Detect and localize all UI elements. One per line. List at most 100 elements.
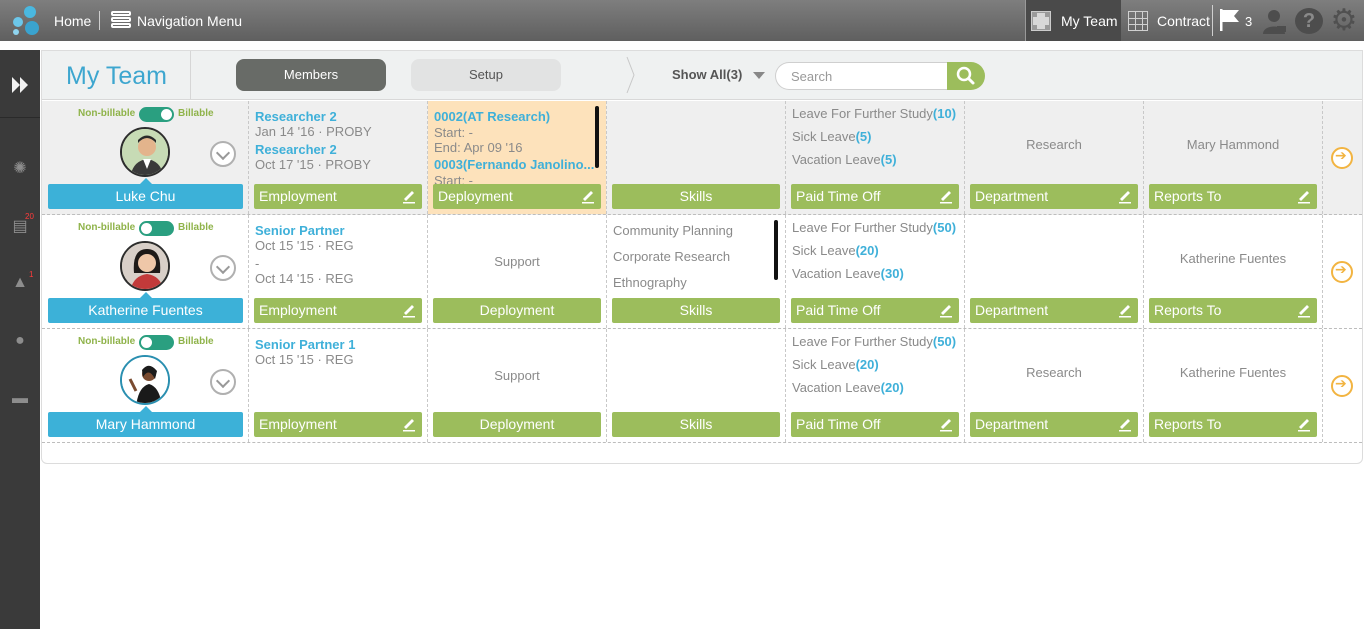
employment-button[interactable]: Employment [254,184,422,209]
position-detail: Oct 17 '15 · PROBY [255,157,371,172]
user-profile-icon[interactable] [1262,8,1288,34]
contract-link[interactable]: Contract [1157,13,1210,29]
skills-button[interactable]: Skills [612,298,780,323]
skill-item: Ethnography [613,275,687,290]
billable-toggle-labels: Non-billable Billable [78,108,214,119]
action-cell [1323,101,1362,214]
menu-icon[interactable] [111,11,131,31]
chat-icon[interactable]: ▬ [10,390,30,410]
chevron-down-icon[interactable] [753,72,765,79]
flag-icon[interactable] [1219,8,1241,32]
position-title[interactable]: Researcher 2 [255,109,337,124]
home-link[interactable]: Home [54,13,91,29]
deployment-project[interactable]: 0002(AT Research) [434,109,550,124]
member-name-button[interactable]: Luke Chu [48,178,243,209]
department-button[interactable]: Department [970,412,1138,437]
show-all-filter[interactable]: Show All(3) [672,67,742,82]
my-team-link[interactable]: My Team [1061,13,1118,29]
skills-button[interactable]: Skills [612,184,780,209]
paid-time-off-cell: Leave For Further Study(50) Sick Leave(2… [786,329,965,442]
non-billable-label: Non-billable [78,336,136,347]
app-logo-icon[interactable] [8,4,42,38]
next-arrow-icon[interactable] [1331,375,1353,397]
expand-row-button[interactable] [210,141,236,167]
employment-label: Employment [259,302,337,318]
deployment-cell: 0002(AT Research) Start: - End: Apr 09 '… [428,101,607,214]
deployment-value: Support [494,254,540,269]
page-header: My Team Members Setup Show All(3) [42,51,1362,100]
reports-to-value: Katherine Fuentes [1179,251,1287,266]
position-title[interactable]: Researcher 2 [255,142,337,157]
reports-to-button[interactable]: Reports To [1149,184,1317,209]
expand-row-button[interactable] [210,369,236,395]
position-title[interactable]: Senior Partner 1 [255,337,355,352]
search-button[interactable] [947,62,985,90]
department-button[interactable]: Department [970,298,1138,323]
member-name-button[interactable]: Katherine Fuentes [48,292,243,323]
help-icon[interactable]: ? [1295,8,1323,34]
deployment-button[interactable]: Deployment [433,184,601,209]
search-input[interactable] [775,62,950,90]
navigation-menu-link[interactable]: Navigation Menu [137,13,242,29]
page-title: My Team [66,62,167,90]
deployment-cell: Support Deployment [428,329,607,442]
chevron-divider-icon [626,56,635,94]
dashboard-icon[interactable]: ✺ [10,158,30,178]
edit-pencil-icon [403,191,415,204]
billable-label: Billable [178,222,214,233]
reports-to-label: Reports To [1154,416,1222,432]
billable-toggle[interactable] [139,221,174,236]
reports-to-value: Mary Hammond [1186,137,1280,152]
expand-row-button[interactable] [210,255,236,281]
skill-item: Community Planning [613,223,733,238]
settings-gear-icon[interactable]: ⚙ [1330,6,1358,36]
employment-button[interactable]: Employment [254,412,422,437]
contract-table-icon[interactable] [1128,11,1148,31]
skills-cell: Skills [607,101,786,214]
paid-time-off-button[interactable]: Paid Time Off [791,412,959,437]
reports-to-button[interactable]: Reports To [1149,412,1317,437]
next-arrow-icon[interactable] [1331,147,1353,169]
deployment-button[interactable]: Deployment [433,298,601,323]
position-detail: Oct 14 '15 · REG [255,271,354,286]
deployment-cell: Support Deployment [428,215,607,328]
edit-pencil-icon [1119,191,1131,204]
department-value: Research [1026,137,1082,152]
deployment-list[interactable]: 0002(AT Research) Start: - End: Apr 09 '… [434,109,594,185]
leave-item: Leave For Further Study(50) [792,220,957,235]
deployment-scrollbar[interactable] [595,106,599,168]
paid-time-off-button[interactable]: Paid Time Off [791,298,959,323]
tab-members[interactable]: Members [236,59,386,91]
edit-pencil-icon [1119,305,1131,318]
non-billable-label: Non-billable [78,108,136,119]
team-grid-icon[interactable] [1031,11,1051,31]
position-title[interactable]: Senior Partner [255,223,345,238]
edit-pencil-icon [403,305,415,318]
next-arrow-icon[interactable] [1331,261,1353,283]
billable-toggle[interactable] [139,107,174,122]
avatar [120,241,170,291]
department-cell: Research Department [965,101,1144,214]
deployment-start: Start: - [434,125,474,140]
action-cell [1323,329,1362,442]
person-icon[interactable]: ● [10,332,30,352]
paid-time-off-button[interactable]: Paid Time Off [791,184,959,209]
leave-item: Leave For Further Study(10) [792,106,957,121]
skills-button[interactable]: Skills [612,412,780,437]
tab-setup[interactable]: Setup [411,59,561,91]
employment-label: Employment [259,188,337,204]
edit-pencil-icon [1119,419,1131,432]
reports-to-button[interactable]: Reports To [1149,298,1317,323]
member-name-button[interactable]: Mary Hammond [48,406,243,437]
table-row: Non-billable Billable Mary Hammond Senio… [42,329,1362,443]
deployment-button[interactable]: Deployment [433,412,601,437]
stamp-icon[interactable]: ▲ [10,274,30,294]
employment-button[interactable]: Employment [254,298,422,323]
department-label: Department [975,188,1049,204]
skills-scrollbar[interactable] [774,220,778,280]
deployment-project[interactable]: 0003(Fernando Janolino... [434,157,594,172]
department-button[interactable]: Department [970,184,1138,209]
expand-rail-icon[interactable] [0,50,40,118]
billable-toggle[interactable] [139,335,174,350]
edit-pencil-icon [1298,305,1310,318]
